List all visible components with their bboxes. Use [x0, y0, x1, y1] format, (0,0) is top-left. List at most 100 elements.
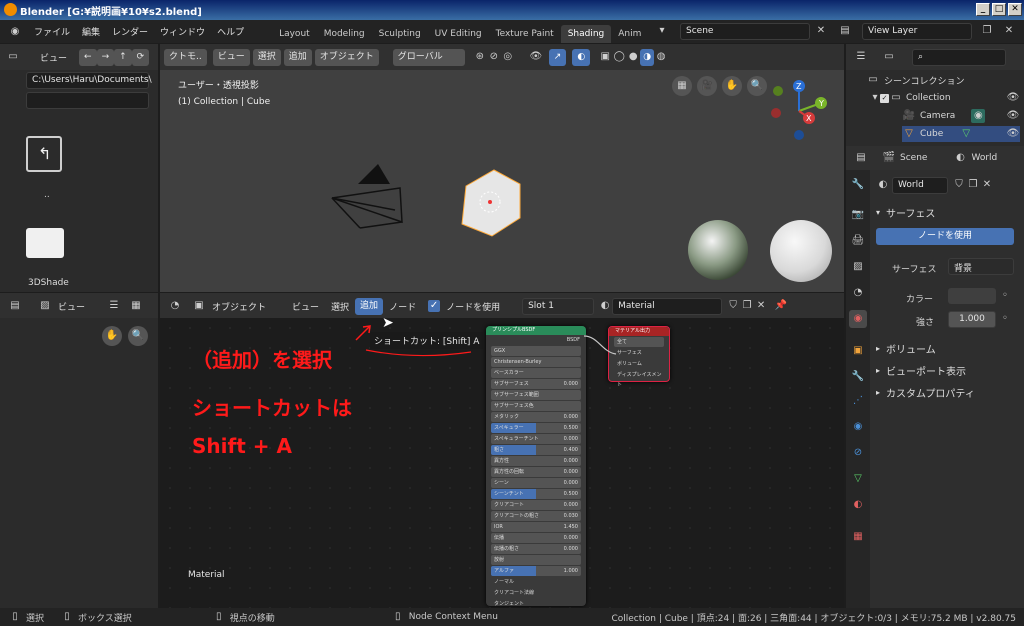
bsdf-input-row[interactable]: サブサーフェス色: [491, 401, 581, 411]
mesh-data-icon[interactable]: ▽: [959, 127, 973, 141]
editor-type-icon[interactable]: ◔: [168, 299, 182, 313]
scene-tab-icon[interactable]: ◔: [851, 286, 865, 300]
principled-bsdf-node[interactable]: プリンシプルBSDF BSDF GGX Christensen-Burley ベース…: [486, 326, 586, 607]
node-editor[interactable]: ショートカット: [Shift] A ➤ Material （追加）を選択 ショ…: [160, 315, 844, 608]
menu-render[interactable]: レンダー: [106, 25, 154, 38]
tab-uv-editing[interactable]: UV Editing: [428, 25, 489, 43]
transform-orientation-dropdown[interactable]: グローバル: [392, 48, 465, 66]
eye-icon[interactable]: 👁: [1006, 127, 1020, 141]
scene-field[interactable]: Scene: [680, 23, 810, 40]
copy-icon[interactable]: ❐: [966, 178, 980, 192]
tab-animation[interactable]: Anim: [611, 25, 648, 43]
eye-icon[interactable]: 👁: [1006, 91, 1020, 105]
output-socket-volume[interactable]: ボリューム: [614, 359, 664, 369]
viewport-mode-dropdown[interactable]: クトモ..: [164, 48, 207, 66]
surface-shader-dropdown[interactable]: 背景: [948, 258, 1014, 275]
tab-modeling[interactable]: Modeling: [317, 25, 372, 43]
bsdf-input-row[interactable]: 伝播の粗さ 0.000: [491, 544, 581, 554]
tool-tab-icon[interactable]: 🔧: [851, 178, 865, 192]
close-icon[interactable]: ✕: [980, 178, 994, 192]
viewport-select-menu[interactable]: 選択: [252, 48, 281, 66]
texture-tab-icon[interactable]: ▦: [851, 530, 865, 544]
object-mode-icon[interactable]: ▣: [192, 299, 206, 313]
copy-icon[interactable]: ❐: [740, 299, 754, 313]
editor-type-icon[interactable]: ☰: [854, 50, 868, 64]
bsdf-input-row[interactable]: クリアコート 0.000: [491, 500, 581, 510]
3d-viewport[interactable]: ユーザー・透視投影 (1) Collection | Cube ▦ 🎥 ✋ 🔍 …: [160, 70, 844, 292]
data-tab-icon[interactable]: ▽: [851, 472, 865, 486]
gizmo-toggle-icon[interactable]: ↗: [548, 48, 567, 66]
folder-icon[interactable]: [26, 228, 64, 258]
proportional-icon[interactable]: ◎: [501, 50, 515, 64]
shield-icon[interactable]: ⛉: [952, 178, 966, 192]
bsdf-input-row[interactable]: メタリック 0.000: [491, 412, 581, 422]
output-tab-icon[interactable]: 🖨: [851, 234, 865, 248]
expand-icon[interactable]: ▾: [870, 91, 880, 105]
hand-pan-icon[interactable]: ✋: [722, 76, 742, 96]
minimize-button[interactable]: _: [976, 3, 990, 16]
nav-forward-icon[interactable]: →: [96, 48, 115, 66]
editor-type-icon[interactable]: ▭: [6, 50, 20, 64]
close-button[interactable]: ✕: [1008, 3, 1022, 16]
tree-row-collection[interactable]: ▾ ✓ ▭ Collection 👁: [870, 90, 1020, 106]
node-shader-type-dropdown[interactable]: オブジェクト: [206, 300, 272, 313]
close-icon[interactable]: ✕: [814, 24, 828, 38]
socket-link-icon[interactable]: ◦: [998, 289, 1012, 303]
shield-icon[interactable]: ⛉: [726, 299, 740, 313]
camera-object[interactable]: [320, 150, 420, 230]
checkbox-checked-icon[interactable]: ✓: [428, 300, 441, 312]
tab-shading[interactable]: Shading: [560, 25, 612, 43]
volume-section-header[interactable]: ▸ ボリューム: [876, 338, 936, 358]
viewport-display-section-header[interactable]: ▸ ビューポート表示: [876, 360, 966, 380]
bsdf-input-row[interactable]: スペキュラー 0.500: [491, 423, 581, 433]
bsdf-input-row[interactable]: 異方性の回転 0.000: [491, 467, 581, 477]
menu-window[interactable]: ウィンドウ: [154, 25, 211, 38]
color-swatch[interactable]: [948, 288, 996, 304]
tab-sculpting[interactable]: Sculpting: [372, 25, 428, 43]
bsdf-input-row[interactable]: IOR 1.450: [491, 522, 581, 532]
left-view-menu[interactable]: ビュー: [52, 300, 91, 313]
node-select-menu[interactable]: 選択: [325, 300, 355, 313]
bsdf-input-row[interactable]: アルファ 1.000: [491, 566, 581, 576]
bsdf-input-row[interactable]: Christensen-Burley: [491, 357, 581, 367]
tree-row-camera[interactable]: 🎥 Camera ◉ 👁: [902, 108, 1020, 124]
material-name-field[interactable]: Material: [612, 297, 723, 315]
close-icon[interactable]: ✕: [754, 299, 768, 313]
scene-collection-row[interactable]: ▭ シーンコレクション: [866, 72, 964, 88]
list-icon[interactable]: ☰: [107, 299, 121, 313]
nav-back-icon[interactable]: ←: [79, 48, 97, 66]
node-node-menu[interactable]: ノード: [383, 300, 422, 313]
bsdf-input-row[interactable]: サブサーフェス範囲: [491, 390, 581, 400]
material-sphere-icon[interactable]: ◐: [598, 299, 612, 313]
bsdf-input-row[interactable]: ノーマル: [491, 577, 581, 587]
bsdf-input-row[interactable]: 放射: [491, 555, 581, 565]
filebrowser-view-menu[interactable]: ビュー: [34, 51, 73, 64]
pin-icon[interactable]: 📌: [774, 299, 788, 313]
snap-icon[interactable]: ⊘: [487, 50, 501, 64]
cube-object[interactable]: [456, 166, 526, 246]
menu-file[interactable]: ファイル: [28, 25, 76, 38]
node-view-menu[interactable]: ビュー: [286, 300, 325, 313]
menu-help[interactable]: ヘルプ: [211, 25, 250, 38]
constraints-tab-icon[interactable]: ⊘: [851, 446, 865, 460]
physics-tab-icon[interactable]: ◉: [851, 420, 865, 434]
render-shading-icon[interactable]: ◍: [654, 50, 668, 64]
strength-field[interactable]: 1.000: [948, 311, 996, 328]
world-icon[interactable]: ◐: [876, 178, 890, 192]
camera-data-icon[interactable]: ◉: [971, 109, 986, 123]
visibility-icon[interactable]: 👁: [529, 50, 543, 64]
object-tab-icon[interactable]: ▣: [851, 344, 865, 358]
node-add-menu[interactable]: 追加: [355, 297, 384, 315]
surface-section-header[interactable]: ▾ サーフェス: [876, 202, 935, 222]
copy-icon[interactable]: ❐: [980, 24, 994, 38]
grid-icon[interactable]: ▦: [672, 76, 692, 96]
world-name-field[interactable]: World: [892, 176, 948, 194]
viewport-add-menu[interactable]: 追加: [283, 48, 312, 66]
camera-view-icon[interactable]: 🎥: [697, 76, 717, 96]
bsdf-input-row[interactable]: 異方性 0.000: [491, 456, 581, 466]
menu-edit[interactable]: 編集: [76, 25, 106, 38]
world-tab-icon[interactable]: ◉: [849, 310, 867, 328]
maximize-button[interactable]: □: [992, 3, 1006, 16]
blender-menu-icon[interactable]: ◉: [8, 25, 22, 39]
tab-texture-paint[interactable]: Texture Paint: [489, 25, 561, 43]
